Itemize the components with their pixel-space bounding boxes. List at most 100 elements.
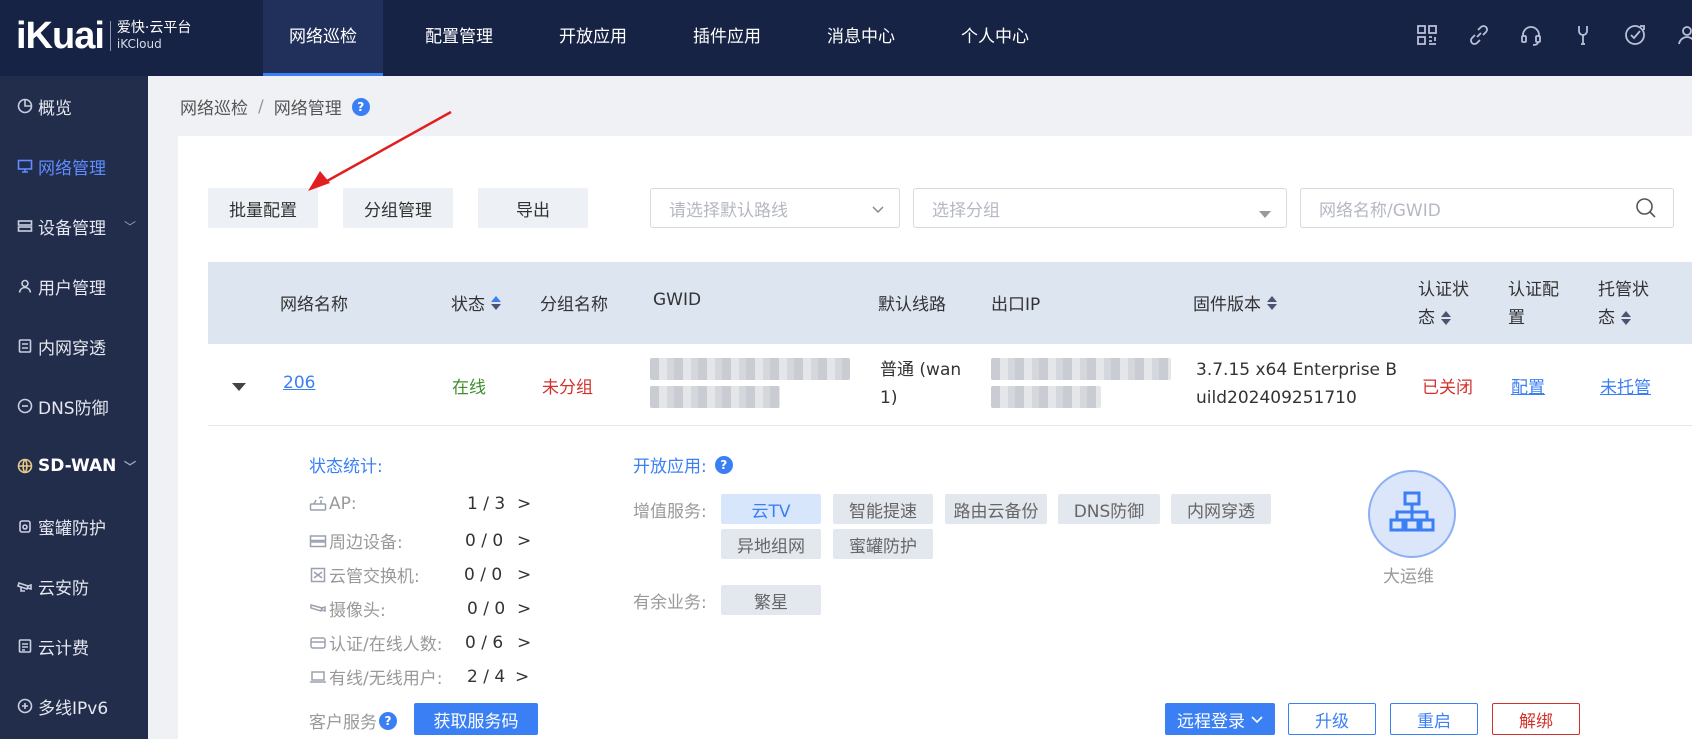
th-auth-status[interactable]: 认证状 态 <box>1418 276 1469 332</box>
sidebar-item-label: 网络管理 <box>38 158 106 179</box>
top-nav: 网络巡检 配置管理 开放应用 插件应用 消息中心 个人中心 <box>263 0 1053 76</box>
stat-camera[interactable]: 摄像头: 0 / 0 > <box>309 596 539 621</box>
sidebar-item-honeypot[interactable]: 蜜罐防护 <box>0 496 148 556</box>
open-apps-label: 开放应用: <box>633 457 707 477</box>
sort-icon[interactable] <box>1441 311 1451 325</box>
stat-auth-online[interactable]: 认证/在线人数: 0 / 6 > <box>309 630 539 655</box>
help-icon[interactable]: ? <box>714 455 733 474</box>
chevron-right-icon[interactable]: > <box>517 633 531 653</box>
default-route-select[interactable]: 请选择默认路线 <box>650 188 900 228</box>
th-firmware[interactable]: 固件版本 <box>1193 290 1277 315</box>
export-button[interactable]: 导出 <box>478 188 588 228</box>
sidebar-item-label: 用户管理 <box>38 278 106 299</box>
link-icon[interactable] <box>1466 20 1492 50</box>
stat-cloud-switch[interactable]: 云管交换机: 0 / 0 > <box>309 562 539 587</box>
topnav-config-management[interactable]: 配置管理 <box>401 0 517 76</box>
brand-name-en: iKCloud <box>116 37 162 51</box>
logo[interactable]: iKuai 爱快·云平台 iKCloud <box>16 14 191 58</box>
default-route-line2: 1) <box>880 388 898 408</box>
breadcrumb-network-inspection[interactable]: 网络巡检 <box>180 94 248 119</box>
th-default-route: 默认线路 <box>878 295 946 315</box>
tag-fanxing[interactable]: 繁星 <box>721 585 821 615</box>
unbind-button[interactable]: 解绑 <box>1492 703 1580 735</box>
tag-remote-networking[interactable]: 异地组网 <box>721 529 821 559</box>
collapse-row-icon[interactable] <box>232 378 246 398</box>
topnav-personal-center[interactable]: 个人中心 <box>937 0 1053 76</box>
th-auth-config-line2: 置 <box>1508 308 1525 328</box>
sidebar-item-cloud-security[interactable]: 云安防 <box>0 556 148 616</box>
switch-icon <box>309 567 327 583</box>
sidebar-item-network-management[interactable]: 网络管理 <box>0 136 148 196</box>
chevron-down-icon: ﹀ <box>123 459 136 474</box>
sidebar-item-sd-wan[interactable]: SD-WAN ﹀ <box>0 436 148 496</box>
chevron-down-icon <box>1251 709 1263 729</box>
topnav-message-center[interactable]: 消息中心 <box>803 0 919 76</box>
sidebar-item-user-management[interactable]: 用户管理 <box>0 256 148 316</box>
th-status[interactable]: 状态 <box>451 290 501 315</box>
sort-icon[interactable] <box>1621 311 1631 325</box>
help-icon[interactable]: ? <box>379 711 397 730</box>
user-icon <box>16 277 34 295</box>
sort-icon[interactable] <box>491 295 501 310</box>
sidebar-item-overview[interactable]: 概览 <box>0 76 148 136</box>
topnav-open-apps[interactable]: 开放应用 <box>535 0 651 76</box>
sort-icon[interactable] <box>1267 295 1277 310</box>
stat-wired-wireless[interactable]: 有线/无线用户: 2 / 4 > <box>309 664 539 689</box>
get-service-code-button[interactable]: 获取服务码 <box>414 703 538 735</box>
chevron-right-icon[interactable]: > <box>517 565 531 585</box>
th-hosting-status[interactable]: 托管状 态 <box>1598 276 1649 332</box>
sidebar-item-multiline-ipv6[interactable]: 多线IPv6 <box>0 676 148 736</box>
chevron-right-icon[interactable]: > <box>515 667 529 687</box>
ops-button[interactable] <box>1368 470 1456 558</box>
user-icon[interactable] <box>1674 20 1692 50</box>
hosting-status-link[interactable]: 未托管 <box>1600 373 1651 398</box>
tool-icon[interactable] <box>1570 20 1596 50</box>
default-route-placeholder: 请选择默认路线 <box>669 200 788 221</box>
upgrade-button[interactable]: 升级 <box>1288 703 1376 735</box>
tag-router-cloud-backup[interactable]: 路由云备份 <box>945 494 1047 524</box>
stat-peripheral-devices[interactable]: 周边设备: 0 / 0 > <box>309 528 539 553</box>
router-icon <box>309 496 327 512</box>
table-row: 206 在线 未分组 普通 (wan 1) 3.7.15 x64 Enterpr… <box>208 344 1692 426</box>
tag-intranet-penetration[interactable]: 内网穿透 <box>1171 494 1271 524</box>
upgrade-icon[interactable] <box>1622 20 1648 50</box>
headset-icon[interactable] <box>1518 20 1544 50</box>
customer-service-label: 客户服务 <box>309 713 377 733</box>
tag-cloud-tv[interactable]: 云TV <box>721 494 821 524</box>
group-ungrouped: 未分组 <box>542 378 593 398</box>
tag-smart-speedup[interactable]: 智能提速 <box>833 494 933 524</box>
tag-dns-defense[interactable]: DNS防御 <box>1058 494 1160 524</box>
group-select[interactable]: 选择分组 <box>913 188 1287 228</box>
search-icon[interactable] <box>1635 197 1657 224</box>
sidebar-item-dns-defense[interactable]: DNS防御 <box>0 376 148 436</box>
sidebar-item-device-management[interactable]: 设备管理 ﹀ <box>0 196 148 256</box>
chevron-right-icon[interactable]: > <box>517 531 531 551</box>
gwid-redacted <box>650 358 850 380</box>
th-exit-ip: 出口IP <box>991 295 1041 315</box>
grid-icon[interactable] <box>1414 20 1440 50</box>
sidebar-item-intranet-penetration[interactable]: 内网穿透 <box>0 316 148 376</box>
annotation-arrow <box>308 110 452 191</box>
reboot-button[interactable]: 重启 <box>1390 703 1478 735</box>
th-group-name: 分组名称 <box>540 295 608 315</box>
gwid-redacted <box>650 386 780 408</box>
network-name-link[interactable]: 206 <box>283 373 315 393</box>
search-input[interactable]: 网络名称/GWID <box>1300 188 1674 228</box>
auth-config-link[interactable]: 配置 <box>1511 373 1545 398</box>
chevron-right-icon[interactable]: > <box>517 494 531 514</box>
billing-icon <box>16 637 34 655</box>
sidebar-item-label: SD-WAN <box>38 456 117 476</box>
tunnel-icon <box>16 337 34 355</box>
sidebar-item-cloud-billing[interactable]: 云计费 <box>0 616 148 676</box>
chevron-down-icon: ﹀ <box>123 219 136 234</box>
topnav-network-inspection[interactable]: 网络巡检 <box>263 0 383 76</box>
device-icon <box>16 217 34 235</box>
topnav-plugin-apps[interactable]: 插件应用 <box>669 0 785 76</box>
chevron-right-icon[interactable]: > <box>517 599 531 619</box>
th-auth-config: 认证配 置 <box>1508 276 1559 332</box>
customer-service: 客户服务 ? <box>309 708 397 733</box>
stat-ap[interactable]: AP: 1 / 3 > <box>309 494 539 514</box>
tag-honeypot[interactable]: 蜜罐防护 <box>833 529 933 559</box>
globe-icon <box>16 457 34 475</box>
remote-login-dropdown[interactable]: 远程登录 <box>1165 703 1275 735</box>
